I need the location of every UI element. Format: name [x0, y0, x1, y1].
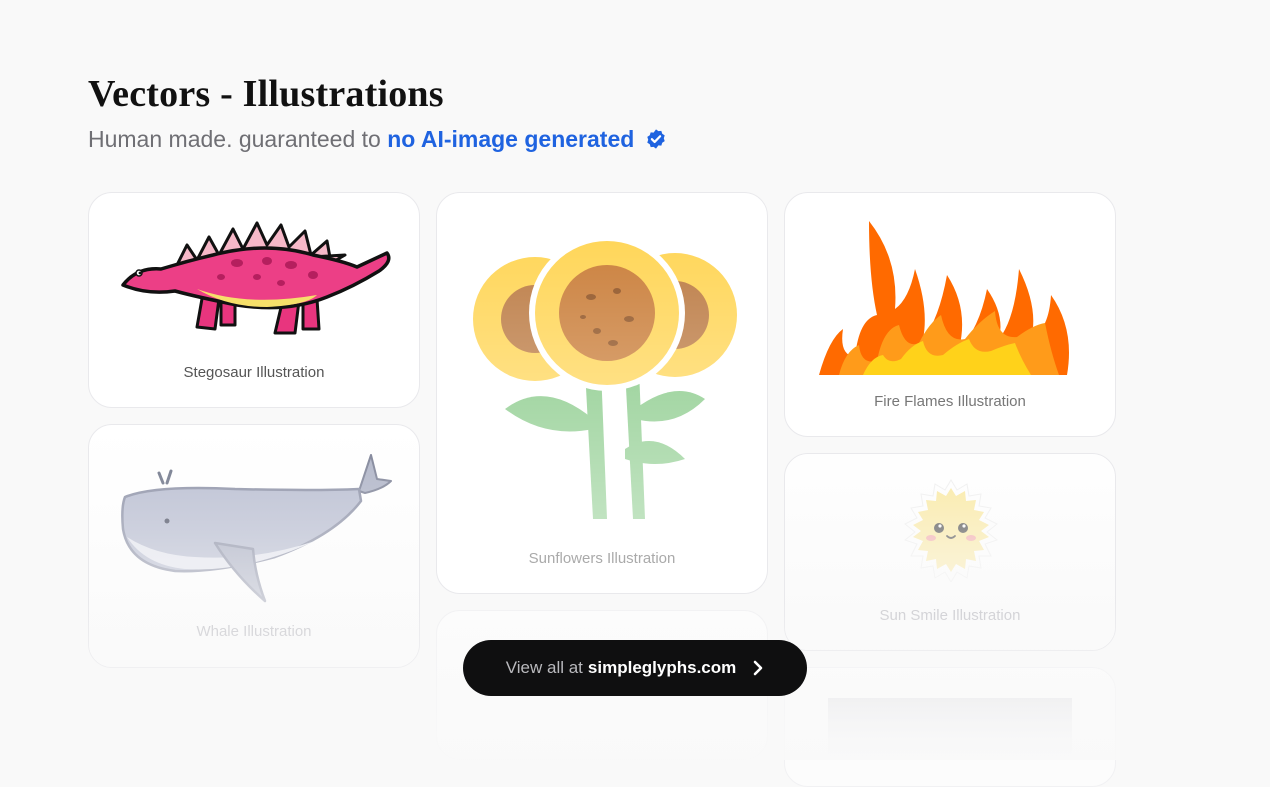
card-fire-flames[interactable]: Fire Flames Illustration	[784, 192, 1116, 437]
card-sun-smile[interactable]: Sun Smile Illustration	[784, 453, 1116, 651]
card-label: Sunflowers Illustration	[528, 550, 676, 567]
card-partial-thumbnail	[828, 698, 1072, 758]
view-all-button[interactable]: View all at simpleglyphs.com	[463, 640, 807, 696]
card-label: Stegosaur Illustration	[183, 364, 325, 381]
sunflowers-illustration	[473, 235, 737, 519]
subtitle-highlight: no AI-image generated	[387, 126, 635, 152]
card-label: Sun Smile Illustration	[879, 607, 1021, 624]
card-sunflowers[interactable]: Sunflowers Illustration	[436, 192, 768, 594]
page-subtitle: Human made. guaranteed to no AI-image ge…	[88, 126, 667, 153]
subtitle-prefix: Human made. guaranteed to	[88, 126, 381, 152]
card-label: Whale Illustration	[196, 623, 312, 640]
whale-illustration	[121, 454, 392, 603]
verified-badge-icon	[646, 129, 665, 149]
stegosaur-illustration	[121, 221, 391, 335]
fire-flames-illustration	[819, 221, 1069, 375]
card-whale[interactable]: Whale Illustration	[88, 424, 420, 668]
card-label: Fire Flames Illustration	[874, 393, 1026, 410]
sun-smile-illustration	[903, 479, 999, 582]
card-stegosaur[interactable]: Stegosaur Illustration	[88, 192, 420, 408]
card-partial-right[interactable]	[784, 667, 1116, 787]
view-all-prefix: View all at	[505, 658, 583, 677]
page-title: Vectors - Illustrations	[88, 73, 444, 115]
chevron-right-icon	[753, 660, 763, 676]
view-all-site: simpleglyphs.com	[587, 658, 737, 677]
